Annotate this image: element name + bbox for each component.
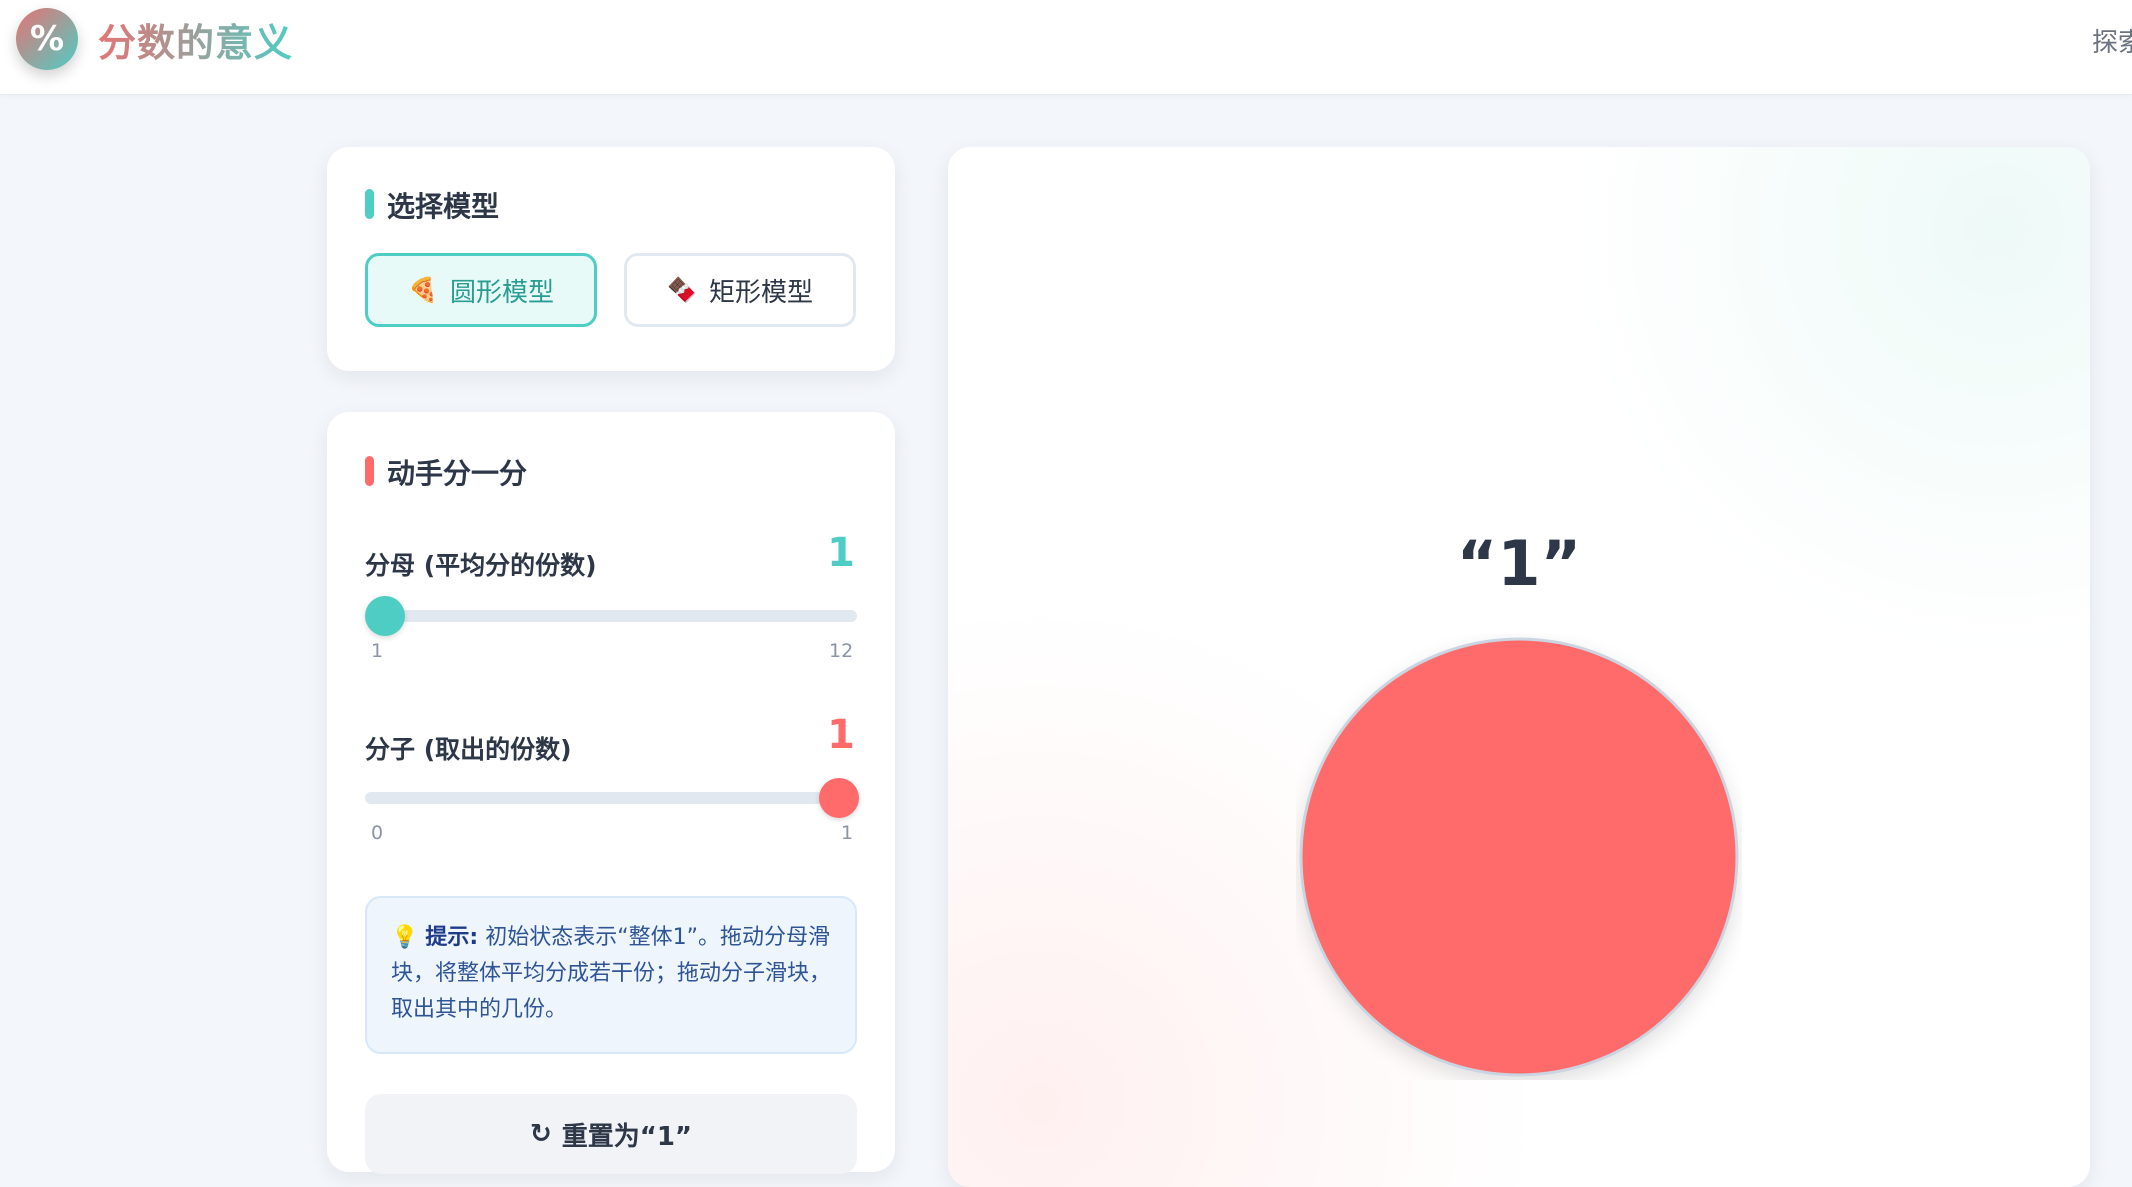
denominator-max-tick: 12 bbox=[829, 640, 854, 662]
circle-model-label: 圆形模型 bbox=[449, 277, 554, 308]
circle-model-button[interactable]: 🍕 圆形模型 bbox=[365, 253, 597, 327]
denominator-slider-thumb[interactable] bbox=[365, 596, 405, 636]
fraction-display: “1” bbox=[1456, 527, 1582, 600]
nav-link-explore[interactable]: 探索 bbox=[2092, 22, 2132, 59]
numerator-max-tick: 1 bbox=[841, 822, 854, 844]
reset-icon: ↻ bbox=[529, 1119, 552, 1149]
denominator-slider-track[interactable] bbox=[365, 596, 857, 636]
circle-model bbox=[1299, 637, 1739, 1077]
app-title: 分数的意义 bbox=[98, 12, 293, 67]
numerator-value: 1 bbox=[827, 712, 855, 758]
reset-button[interactable]: ↻ 重置为“1” bbox=[365, 1094, 857, 1174]
logo-symbol: % bbox=[29, 19, 65, 59]
numerator-label: 分子 (取出的份数) bbox=[365, 735, 572, 764]
denominator-label: 分母 (平均分的份数) bbox=[365, 551, 597, 580]
logo-icon: % bbox=[16, 8, 78, 70]
fraction-view-card: “1” bbox=[948, 147, 2090, 1187]
section-title-text: 动手分一分 bbox=[387, 457, 528, 490]
section-title-text: 选择模型 bbox=[387, 190, 500, 223]
rectangle-model-label: 矩形模型 bbox=[708, 277, 813, 308]
top-navbar: % 分数的意义 探索 bbox=[0, 0, 2132, 95]
reset-label: 重置为“1” bbox=[561, 1121, 693, 1152]
lightbulb-icon: 💡 bbox=[391, 925, 419, 950]
denominator-value: 1 bbox=[827, 530, 855, 576]
pizza-icon: 🍕 bbox=[408, 276, 438, 304]
hint-label: 提示: bbox=[425, 925, 479, 950]
section-title-divide: 动手分一分 bbox=[365, 452, 527, 492]
divide-card: 动手分一分 分母 (平均分的份数) 1 1 12 分子 (取出的份数) 1 0 … bbox=[327, 412, 895, 1174]
chocolate-icon: 🍫 bbox=[667, 276, 697, 304]
hint-box: 💡 提示: 初始状态表示“整体1”。拖动分母滑块，将整体平均分成若干份；拖动分子… bbox=[365, 896, 857, 1054]
numerator-min-tick: 0 bbox=[371, 822, 384, 844]
denominator-min-tick: 1 bbox=[371, 640, 384, 662]
numerator-slider-track[interactable] bbox=[365, 778, 859, 818]
section-title-model: 选择模型 bbox=[365, 185, 499, 225]
circle-part-filled[interactable] bbox=[1299, 637, 1739, 1077]
rectangle-model-button[interactable]: 🍫 矩形模型 bbox=[624, 253, 856, 327]
numerator-slider-thumb[interactable] bbox=[819, 778, 859, 818]
model-select-card: 选择模型 🍕 圆形模型 🍫 矩形模型 bbox=[327, 147, 895, 371]
